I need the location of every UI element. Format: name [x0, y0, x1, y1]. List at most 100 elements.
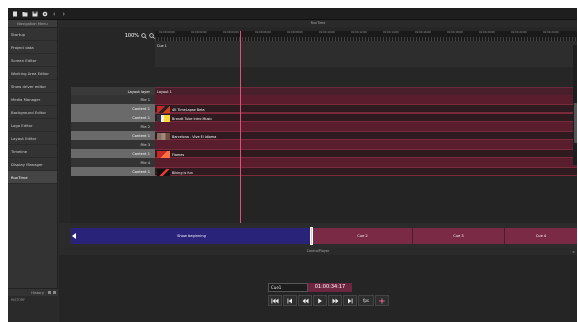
nav-item-show-driver-editor[interactable]: Show driver editor: [8, 80, 57, 93]
cue-bar: Show beginning Cue 2 Cue 3 Cue 4: [71, 227, 577, 245]
clip-title: Biking is fun: [172, 170, 193, 175]
file-track[interactable]: [155, 122, 577, 131]
nav-item-media-manager[interactable]: Media Manager: [8, 93, 57, 106]
transport-controls: fps: [268, 295, 389, 306]
content-label: Content 1: [71, 149, 155, 158]
cue-position-marker[interactable]: [310, 227, 313, 245]
ruler-label: 01:00:20:00: [479, 31, 495, 34]
settings-icon[interactable]: [42, 11, 48, 17]
control-player-title: ControlPlayer ×: [59, 248, 577, 255]
ruler-label: 01:00:12:00: [351, 31, 367, 34]
nav-item-runtime[interactable]: RunTime: [8, 171, 57, 184]
file-track[interactable]: [155, 158, 577, 167]
previous-cue-button[interactable]: [283, 295, 297, 306]
content-label: Content 1: [71, 167, 155, 176]
content-label: Content 1: [71, 113, 155, 122]
nav-item-startup[interactable]: Startup: [8, 28, 57, 41]
file-label: File 4: [71, 158, 155, 167]
undo-icon[interactable]: [52, 11, 58, 17]
nav-item-logo-editor[interactable]: Logo Editor: [8, 119, 57, 132]
track-row-content: Content 1 Barcelona - Vive El Idioma: [71, 131, 577, 141]
play-button[interactable]: [313, 295, 327, 306]
panel-title: RunTime: [59, 20, 577, 27]
control-player: Cue1 01:00:34:17 fps: [59, 255, 577, 322]
track-row-file: File 1: [71, 95, 577, 104]
new-file-icon[interactable]: [12, 11, 18, 17]
cue-segment[interactable]: Cue 4: [504, 228, 577, 244]
previous-cue-arrow-icon[interactable]: [72, 233, 76, 239]
control-player-label: ControlPlayer: [306, 249, 330, 253]
ruler-label: 01:00:24:00: [543, 31, 559, 34]
content-track[interactable]: Flames: [155, 149, 577, 159]
track-row-content: Content 1 Biking is fun: [71, 167, 577, 177]
ruler-label: 01:00:06:00: [255, 31, 271, 34]
track-row-content: Content 1 Flames: [71, 149, 577, 159]
history-panel: History HISTORY: [8, 288, 58, 322]
history-item[interactable]: HISTORY: [11, 298, 55, 302]
nav-item-screen-editor[interactable]: Screen Editor: [8, 54, 57, 67]
clip-title: Barcelona - Vive El Idioma: [172, 134, 217, 139]
timeline-view: 100% 01:00:00:00 01:00:02:00 01:00:04:00…: [59, 27, 577, 223]
track-row-file: File 3: [71, 140, 577, 149]
next-cue-button[interactable]: [343, 295, 357, 306]
ruler-label: 01:00:22:00: [511, 31, 527, 34]
clip-title: Brandt Tube Intro Music: [172, 116, 213, 121]
zoom-controls: 100%: [71, 31, 155, 67]
playhead[interactable]: [240, 31, 241, 223]
ruler-label: 01:00:08:00: [287, 31, 303, 34]
content-label: Content 1: [71, 104, 155, 113]
nav-item-display-manager[interactable]: Display Manager: [8, 158, 57, 171]
history-header: History: [8, 288, 58, 296]
cue-segment[interactable]: Cue 2: [312, 228, 412, 244]
ruler-label: 01:00:04:00: [223, 31, 239, 34]
cue-lane[interactable]: Cue 1: [155, 41, 577, 67]
cue-lane-label: Cue 1: [157, 44, 167, 48]
ruler-label: 01:00:10:00: [319, 31, 335, 34]
file-track[interactable]: [155, 95, 577, 104]
time-ruler[interactable]: 01:00:00:00 01:00:02:00 01:00:04:00 01:0…: [155, 31, 577, 41]
scrollbar-thumb[interactable]: [573, 103, 577, 143]
zoom-in-icon[interactable]: [141, 33, 147, 41]
nav-item-layout-editor[interactable]: Layout Editor: [8, 132, 57, 145]
fast-forward-button[interactable]: [328, 295, 342, 306]
ruler-label: 01:00:16:00: [415, 31, 431, 34]
file-track[interactable]: [155, 140, 577, 149]
ruler-label: 01:00:02:00: [191, 31, 207, 34]
record-icon[interactable]: [375, 295, 389, 306]
content-track[interactable]: 4K TimeLapse Beta: [155, 104, 577, 114]
content-label: Content 1: [71, 131, 155, 140]
fps-button[interactable]: fps: [358, 295, 374, 306]
navigation-menu: Navigation Menu Startup Project data Scr…: [8, 20, 58, 322]
go-to-start-button[interactable]: [268, 295, 282, 306]
empty-track-area: [71, 176, 577, 223]
nav-item-working-area-editor[interactable]: Working Area Editor: [8, 67, 57, 80]
save-icon[interactable]: [32, 11, 38, 17]
content-track[interactable]: Barcelona - Vive El Idioma: [155, 131, 577, 141]
nav-header: Navigation Menu: [8, 20, 57, 28]
content-track[interactable]: Biking is fun: [155, 167, 577, 177]
ruler-label: 01:00:14:00: [383, 31, 399, 34]
track-row-content: Content 1 4K TimeLapse Beta: [71, 104, 577, 114]
toolbar: [8, 8, 577, 20]
zoom-level: 100%: [124, 33, 139, 39]
open-folder-icon[interactable]: [22, 11, 28, 17]
ruler-label: 01:00:00:00: [159, 31, 175, 34]
nav-item-background-editor[interactable]: Background Editor: [8, 106, 57, 119]
redo-icon[interactable]: [60, 11, 66, 17]
cue-segment[interactable]: Show beginning: [71, 228, 312, 244]
history-close-icon[interactable]: [53, 291, 56, 294]
timecode-display: 01:00:34:17: [308, 283, 352, 292]
file-label: File 1: [71, 95, 155, 104]
cue-segment[interactable]: Cue 3: [412, 228, 504, 244]
ruler-label: 01:00:18:00: [447, 31, 463, 34]
rewind-button[interactable]: [298, 295, 312, 306]
vertical-scrollbar[interactable]: [573, 45, 577, 165]
track-row-file: File 2: [71, 122, 577, 131]
content-track[interactable]: Brandt Tube Intro Music: [155, 113, 577, 123]
history-restore-icon[interactable]: [48, 291, 51, 294]
nav-item-timeline[interactable]: Timeline: [8, 145, 57, 158]
history-label: History: [31, 290, 44, 295]
track-row-content: Content 1 Brandt Tube Intro Music: [71, 113, 577, 123]
nav-item-project-data[interactable]: Project data: [8, 41, 57, 54]
clip-title: Flames: [172, 152, 185, 157]
